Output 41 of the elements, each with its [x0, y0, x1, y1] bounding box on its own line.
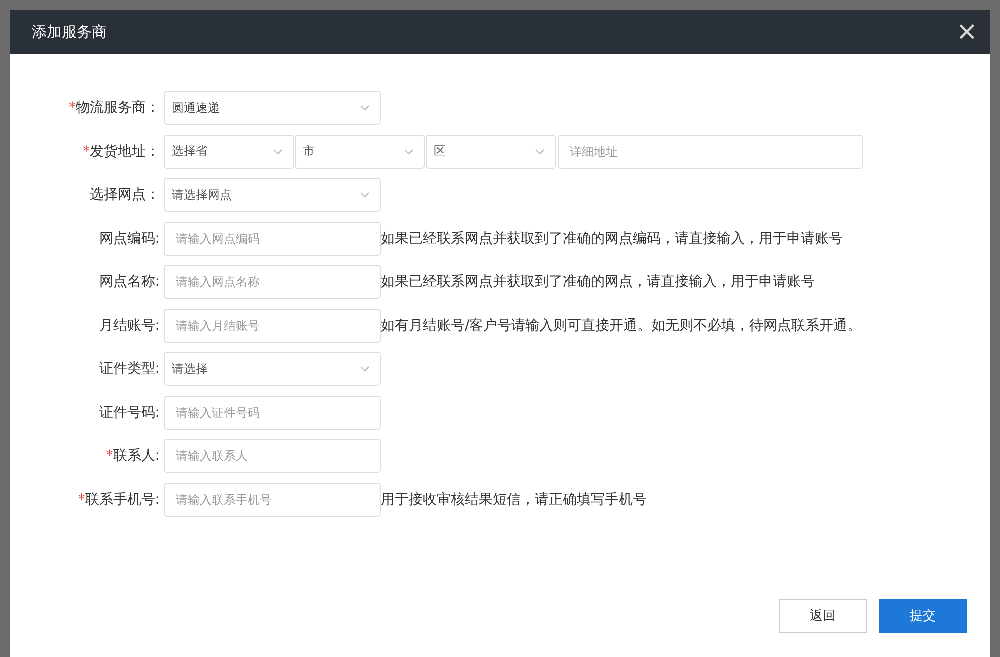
field-label: 网点编码: [99, 230, 160, 246]
field-hint: 如果已经联系网点并获取到了准确的网点编码，请直接输入，用于申请账号 [381, 230, 843, 248]
chevron-down-icon [404, 148, 414, 154]
required-mark: * [78, 492, 86, 508]
input-field[interactable]: 请输入联系手机号 [164, 482, 381, 516]
select-field[interactable]: 请选择 [164, 352, 381, 386]
input-field[interactable]: 请输入联系人 [164, 439, 381, 473]
field-label: 网点名称: [99, 274, 160, 290]
field-label: 联系人: [113, 448, 160, 464]
submit-button[interactable]: 提交 [879, 599, 967, 633]
field-hint: 如果已经联系网点并获取到了准确的网点，请直接输入，用于申请账号 [381, 273, 815, 291]
close-button[interactable]: × [952, 19, 982, 45]
field-label: 月结账号: [99, 318, 160, 334]
required-mark: * [69, 100, 76, 116]
input-field[interactable]: 请输入网点名称 [164, 265, 381, 299]
chevron-down-icon [273, 148, 283, 154]
select-field[interactable]: 区 [426, 134, 556, 168]
field-label: 证件号码: [99, 404, 160, 420]
chevron-down-icon [360, 192, 370, 198]
required-mark: * [106, 448, 114, 464]
field-label: 物流服务商： [76, 100, 160, 116]
select-field[interactable]: 圆通速递 [164, 91, 381, 125]
input-field[interactable]: 请输入网点编码 [164, 222, 381, 256]
chevron-down-icon [535, 148, 545, 154]
field-label: 选择网点： [90, 187, 160, 203]
field-hint: 如有月结账号/客户号请输入则可直接开通。如无则不必填，待网点联系开通。 [381, 316, 862, 334]
back-button[interactable]: 返回 [779, 599, 867, 633]
chevron-down-icon [360, 105, 370, 111]
field-label: 发货地址： [90, 144, 160, 160]
dialog-title: 添加服务商 [32, 22, 107, 42]
select-field[interactable]: 请选择网点 [164, 178, 381, 212]
select-field[interactable]: 市 [295, 134, 425, 168]
required-mark: * [83, 144, 90, 160]
input-field[interactable]: 请输入月结账号 [164, 308, 381, 342]
input-field[interactable]: 详细地址 [558, 134, 863, 168]
input-field[interactable]: 请输入证件号码 [164, 396, 381, 430]
field-hint: 用于接收审核结果短信，请正确填写手机号 [381, 490, 647, 508]
field-label: 联系手机号: [85, 492, 160, 508]
field-label: 证件类型: [99, 361, 160, 377]
select-field[interactable]: 选择省 [164, 134, 294, 168]
chevron-down-icon [360, 366, 370, 372]
